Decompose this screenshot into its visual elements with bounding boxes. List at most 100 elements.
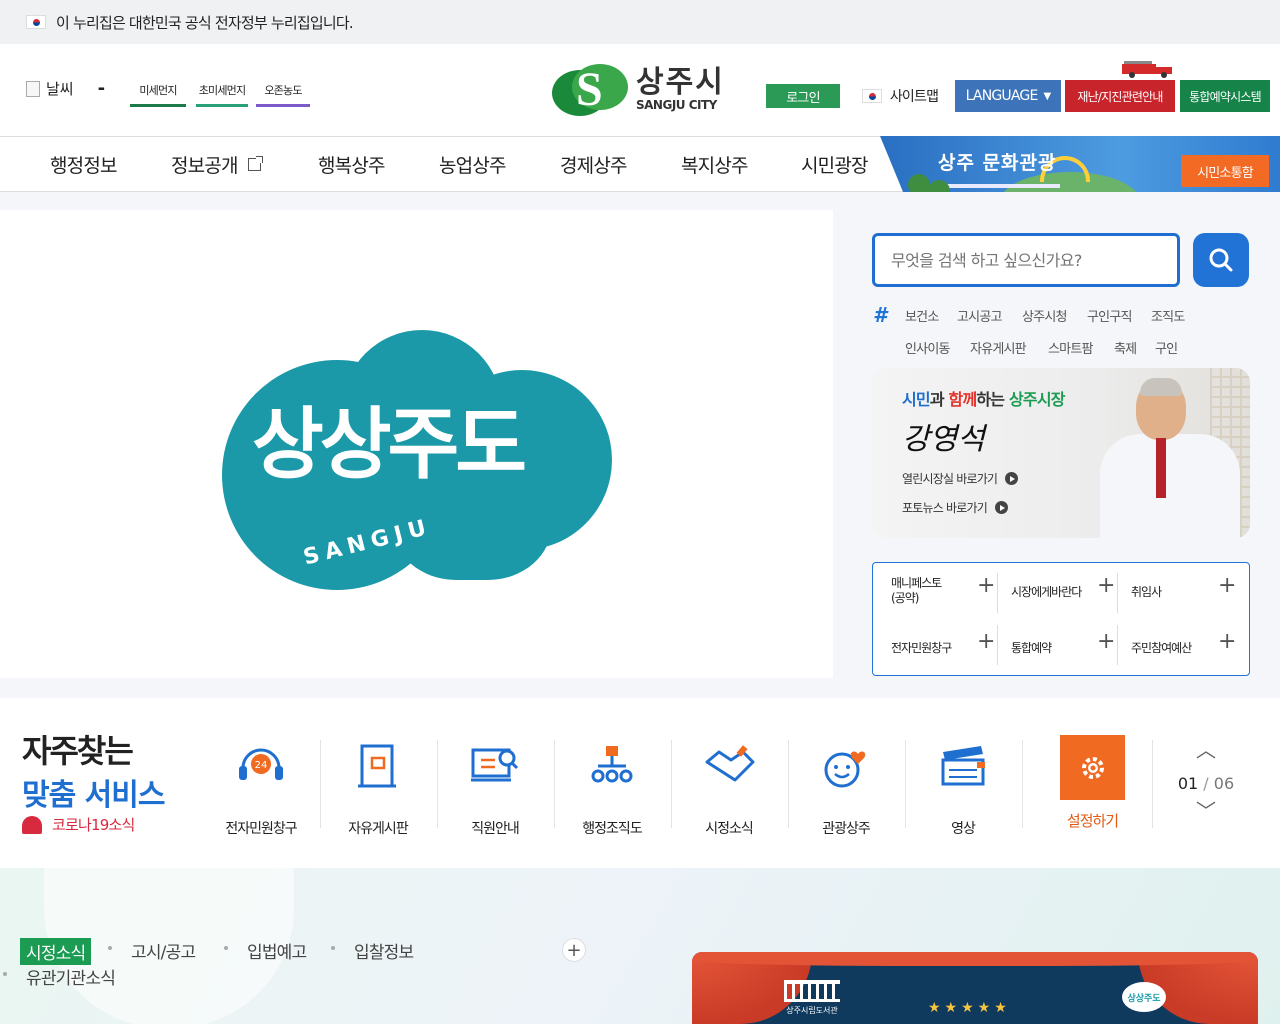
library-banner[interactable]: 상주시립도서관 ★★★★★ 상상주도 bbox=[692, 952, 1258, 1024]
service-staff-directory[interactable]: 직원안내 bbox=[437, 740, 553, 837]
nav-agri-sangju[interactable]: 농업상주 bbox=[439, 151, 507, 178]
plus-icon[interactable]: + bbox=[977, 629, 995, 654]
search-tag[interactable]: 조직도 bbox=[1151, 306, 1185, 325]
external-link-icon bbox=[247, 156, 263, 171]
tab-legislation[interactable]: 입법예고 bbox=[247, 938, 307, 963]
logo-english: SANGJU CITY bbox=[636, 98, 717, 112]
search-icon bbox=[1209, 248, 1233, 272]
services-title: 자주찾는 bbox=[22, 732, 134, 770]
air-ultrafine-dust[interactable]: 초미세먼지 bbox=[196, 82, 248, 107]
org-chart-icon bbox=[591, 746, 633, 783]
tab-notices[interactable]: 고시/공고 bbox=[131, 938, 196, 963]
plus-icon[interactable]: + bbox=[1218, 573, 1236, 598]
smile-heart-icon bbox=[824, 751, 866, 788]
search-input[interactable] bbox=[872, 233, 1180, 287]
services-pager: ︿ 01 / 06 ﹀ bbox=[1174, 740, 1238, 821]
mayor-card: 시민과 함께하는 상주시장 강영석 열린시장실 바로가기 포토뉴스 바로가기 bbox=[872, 368, 1250, 538]
plus-icon[interactable]: + bbox=[1097, 573, 1115, 598]
gov-banner-text: 이 누리집은 대한민국 공식 전자정부 누리집입니다. bbox=[56, 13, 354, 32]
search-button[interactable] bbox=[1193, 233, 1249, 287]
logo-korean: 상주시 bbox=[636, 65, 725, 100]
weather-icon bbox=[26, 80, 40, 97]
service-city-news[interactable]: 시정소식 bbox=[671, 740, 787, 837]
news-more-button[interactable]: + bbox=[562, 938, 586, 962]
page-indicator: 01 / 06 bbox=[1177, 774, 1235, 793]
language-label: LANGUAGE bbox=[965, 88, 1039, 104]
chevron-down-icon[interactable]: ﹀ bbox=[1174, 801, 1238, 821]
quick-links-grid: 매니페스토 (공약) + 시장에게바란다 + 취임사 + 전자민원창구 + 통합… bbox=[872, 562, 1250, 676]
nav-admin-info[interactable]: 행정정보 bbox=[50, 151, 118, 178]
service-e-civil[interactable]: 24 전자민원창구 bbox=[203, 740, 319, 837]
caret-down-icon: ▼ bbox=[1043, 90, 1052, 102]
mayor-portrait bbox=[1100, 374, 1250, 538]
handshake-icon bbox=[705, 745, 755, 782]
tab-city-news[interactable]: 시정소식 bbox=[20, 938, 92, 965]
service-free-board[interactable]: 자유게시판 bbox=[320, 740, 436, 837]
covid-news-link[interactable]: 코로나19소식 bbox=[22, 814, 135, 835]
search-tag[interactable]: 자유게시판 bbox=[970, 338, 1027, 357]
service-org-chart[interactable]: 행정조직도 bbox=[554, 740, 670, 837]
language-select[interactable]: LANGUAGE ▼ bbox=[955, 80, 1061, 112]
nav-citizen-square[interactable]: 시민광장 bbox=[801, 151, 869, 178]
svg-text:24: 24 bbox=[255, 760, 268, 771]
headset-24-icon: 24 bbox=[239, 748, 283, 780]
services-subtitle: 맞춤 서비스 bbox=[22, 778, 165, 813]
weather-label: 날씨 bbox=[46, 80, 74, 98]
stars-decoration: ★★★★★ bbox=[928, 1000, 1011, 1016]
gear-icon bbox=[1081, 756, 1104, 779]
weather-value: - bbox=[97, 78, 106, 99]
sitemap-label: 사이트맵 bbox=[889, 89, 939, 105]
reservation-system-button[interactable]: 통합예약시스템 bbox=[1180, 80, 1270, 112]
mayor-heading: 시민과 함께하는 상주시장 bbox=[902, 390, 1065, 409]
korea-flag-icon bbox=[861, 89, 882, 103]
plus-icon[interactable]: + bbox=[977, 573, 995, 598]
site-logo[interactable]: S 상주시 SANGJU CITY bbox=[552, 62, 732, 118]
search-tag[interactable]: 상주시청 bbox=[1022, 306, 1067, 325]
search-tag[interactable]: 스마트팜 bbox=[1048, 338, 1093, 357]
nav-welfare-sangju[interactable]: 복지상주 bbox=[681, 151, 749, 178]
air-ozone[interactable]: 오존농도 bbox=[256, 82, 310, 107]
tab-agency-news[interactable]: 유관기관소식 bbox=[26, 964, 116, 989]
air-fine-dust[interactable]: 미세먼지 bbox=[130, 82, 186, 107]
civil-communication-button[interactable]: 시민소통함 bbox=[1181, 155, 1269, 187]
search-tag[interactable]: 축제 bbox=[1114, 338, 1137, 357]
hashtag-icon: # bbox=[873, 303, 887, 327]
nav-info-disclosure[interactable]: 정보공개 bbox=[171, 151, 263, 178]
site-header: 날씨 - 미세먼지 초미세먼지 오존농도 S 상주시 SANGJU CITY 로… bbox=[0, 44, 1280, 136]
service-video[interactable]: 영상 bbox=[905, 740, 1021, 837]
siren-icon bbox=[22, 815, 42, 834]
gov-banner: 이 누리집은 대한민국 공식 전자정부 누리집입니다. bbox=[0, 0, 1280, 44]
login-button[interactable]: 로그인 bbox=[766, 84, 840, 108]
settings-button[interactable] bbox=[1060, 735, 1125, 800]
korea-flag-icon bbox=[26, 15, 46, 29]
search-tag[interactable]: 보건소 bbox=[905, 306, 939, 325]
disaster-info-button[interactable]: 재난/지진관련안내 bbox=[1065, 80, 1175, 112]
sitemap-link[interactable]: 사이트맵 bbox=[852, 82, 948, 110]
photo-news-link[interactable]: 포토뉴스 바로가기 bbox=[902, 499, 1008, 516]
service-tourism[interactable]: 관광상주 bbox=[788, 740, 904, 837]
search-tag[interactable]: 고시공고 bbox=[957, 306, 1002, 325]
brand-slogan-text: 상상주도 bbox=[252, 400, 527, 490]
staff-search-icon bbox=[471, 748, 519, 782]
plus-icon[interactable]: + bbox=[1218, 629, 1236, 654]
play-icon bbox=[994, 501, 1008, 514]
library-logo: 상주시립도서관 bbox=[784, 980, 840, 1016]
clapperboard-icon bbox=[941, 746, 985, 786]
brand-slogan-logo: 상상주도 SANGJU bbox=[222, 330, 612, 590]
search-tag[interactable]: 인사이동 bbox=[905, 338, 950, 357]
nav-economy-sangju[interactable]: 경제상주 bbox=[560, 151, 628, 178]
fire-truck-icon bbox=[1122, 61, 1172, 78]
mayor-name: 강영석 bbox=[902, 422, 985, 457]
plus-icon[interactable]: + bbox=[1097, 629, 1115, 654]
search-tag[interactable]: 구인 bbox=[1155, 338, 1178, 357]
nav-happy-sangju[interactable]: 행복상주 bbox=[318, 151, 386, 178]
search-tag[interactable]: 구인구직 bbox=[1087, 306, 1132, 325]
settings-label[interactable]: 설정하기 bbox=[1040, 810, 1145, 831]
tab-bidding[interactable]: 입찰정보 bbox=[354, 938, 414, 963]
weather-widget: 날씨 - bbox=[26, 78, 105, 99]
chevron-up-icon[interactable]: ︿ bbox=[1174, 740, 1238, 760]
brand-mini-logo: 상상주도 bbox=[1122, 982, 1166, 1012]
board-icon bbox=[358, 744, 396, 788]
sangju-logo-icon: S bbox=[552, 62, 630, 118]
mayor-office-link[interactable]: 열린시장실 바로가기 bbox=[902, 470, 1019, 487]
